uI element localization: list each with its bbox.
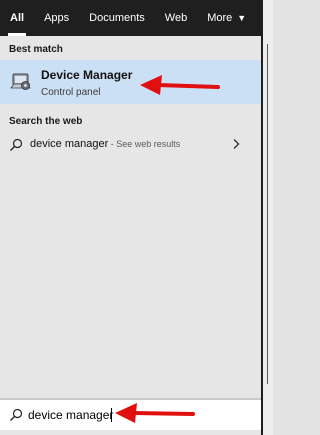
web-query: device manager	[30, 138, 109, 150]
web-result-text: device manager - See web results	[30, 138, 180, 150]
tab-all[interactable]: All	[0, 0, 34, 36]
best-match-heading: Best match	[9, 44, 63, 55]
web-result[interactable]: device manager - See web results	[0, 134, 261, 156]
tab-web[interactable]: Web	[155, 0, 197, 36]
tab-documents[interactable]: Documents	[79, 0, 155, 36]
tab-label: Documents	[89, 12, 145, 24]
tab-bar: All Apps Documents Web More ▼	[0, 0, 263, 36]
tab-more[interactable]: More ▼	[197, 0, 256, 36]
best-match-subtitle: Control panel	[41, 87, 101, 98]
search-panel: All Apps Documents Web More ▼ Best match…	[0, 0, 263, 435]
search-web-heading: Search the web	[9, 116, 83, 127]
tab-label: More	[207, 12, 233, 24]
text-cursor	[111, 408, 112, 422]
best-match-result[interactable]: Device Manager Control panel	[0, 60, 261, 104]
window-edge	[263, 0, 273, 435]
annotation-arrow-icon	[140, 75, 220, 95]
search-icon	[10, 138, 23, 151]
web-suffix: - See web results	[108, 139, 181, 149]
best-match-title: Device Manager	[41, 68, 133, 82]
annotation-arrow-icon	[115, 403, 195, 423]
device-manager-icon	[10, 73, 31, 90]
caret-down-icon: ▼	[237, 13, 247, 23]
search-icon	[10, 408, 23, 421]
divider	[267, 44, 268, 384]
tab-label: All	[10, 12, 25, 24]
tab-label: Web	[164, 12, 188, 24]
chevron-right-icon	[233, 139, 240, 149]
tab-label: Apps	[44, 12, 70, 24]
tab-apps[interactable]: Apps	[34, 0, 79, 36]
